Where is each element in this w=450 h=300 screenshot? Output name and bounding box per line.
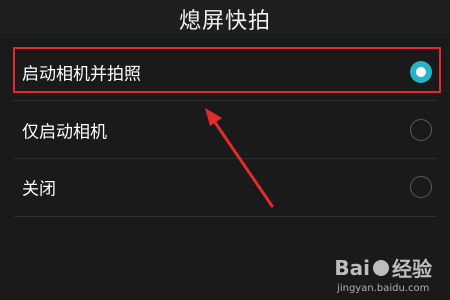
option-label: 仅启动相机	[22, 122, 107, 143]
radio-unchecked-icon[interactable]	[410, 176, 432, 198]
watermark-brand-right: 经验	[392, 257, 432, 281]
watermark-brand: Bai 经验	[334, 253, 432, 282]
paw-logo-icon	[373, 259, 389, 276]
radio-unchecked-icon[interactable]	[410, 119, 432, 141]
option-off[interactable]: 关闭	[0, 158, 450, 216]
watermark-url: jingyan.baidu.com	[337, 283, 430, 294]
baidu-jingyan-watermark: Bai 经验 jingyan.baidu.com	[334, 253, 432, 295]
divider	[14, 216, 436, 217]
highlight-annotation-box	[13, 47, 441, 93]
watermark-brand-left: Bai	[334, 255, 370, 280]
option-label: 关闭	[22, 179, 56, 200]
page-title: 熄屏快拍	[178, 9, 271, 34]
option-launch-camera-only[interactable]: 仅启动相机	[0, 101, 450, 159]
title-bar: 熄屏快拍	[0, 0, 450, 38]
